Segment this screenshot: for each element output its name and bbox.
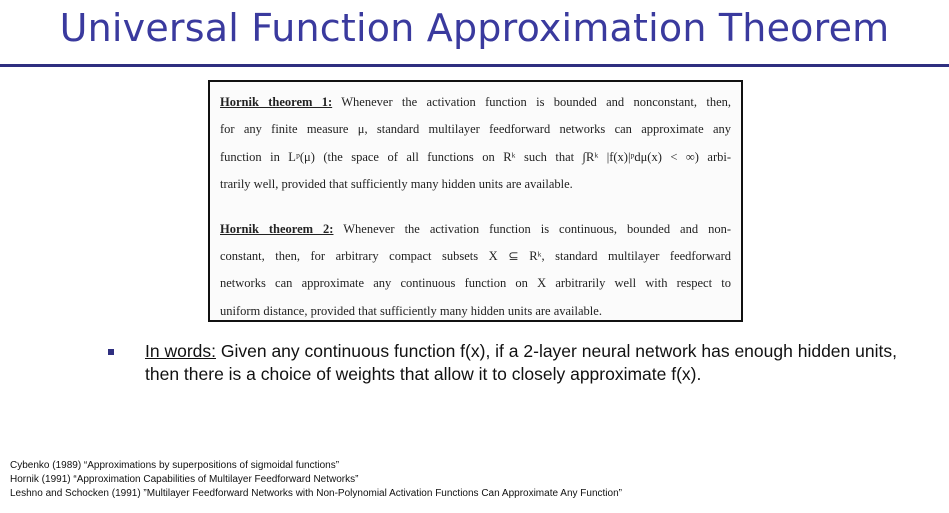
theorem2-line: networks can approximate any continuous … (220, 276, 731, 291)
theorem1-text: Whenever the activation function is boun… (332, 95, 731, 109)
theorem-gap (220, 199, 731, 216)
theorem-box: Hornik theorem 1: Whenever the activatio… (208, 80, 743, 322)
theorem2-line: constant, then, for arbitrary compact su… (220, 248, 731, 263)
theorem2-line: Hornik theorem 2: Whenever the activatio… (220, 216, 731, 243)
bullet-square-icon (108, 349, 114, 355)
bullet-text: In words: Given any continuous function … (145, 340, 905, 386)
theorem2-line: uniform distance, provided that sufficie… (220, 303, 602, 318)
reference-item: Hornik (1991) “Approximation Capabilitie… (10, 474, 359, 485)
theorem1-line: Hornik theorem 1: Whenever the activatio… (220, 89, 731, 116)
bullet-lead: In words: (145, 341, 216, 361)
title-divider (0, 64, 949, 67)
reference-item: Leshno and Schocken (1991) ”Multilayer F… (10, 488, 622, 499)
theorem1-line: function in Lᵖ(μ) (the space of all func… (220, 149, 731, 164)
theorem1-line: trarily well, provided that sufficiently… (220, 177, 573, 192)
references: Cybenko (1989) “Approximations by superp… (10, 459, 622, 501)
reference-item: Cybenko (1989) “Approximations by superp… (10, 460, 340, 471)
bullet-body: Given any continuous function f(x), if a… (145, 341, 897, 384)
theorem2-text: Whenever the activation function is cont… (333, 221, 731, 236)
theorem2-label: Hornik theorem 2: (220, 221, 334, 236)
theorem1-label: Hornik theorem 1: (220, 95, 333, 109)
slide-title: Universal Function Approximation Theorem (59, 6, 890, 50)
theorem1-line: for any finite measure μ, standard multi… (220, 122, 731, 137)
